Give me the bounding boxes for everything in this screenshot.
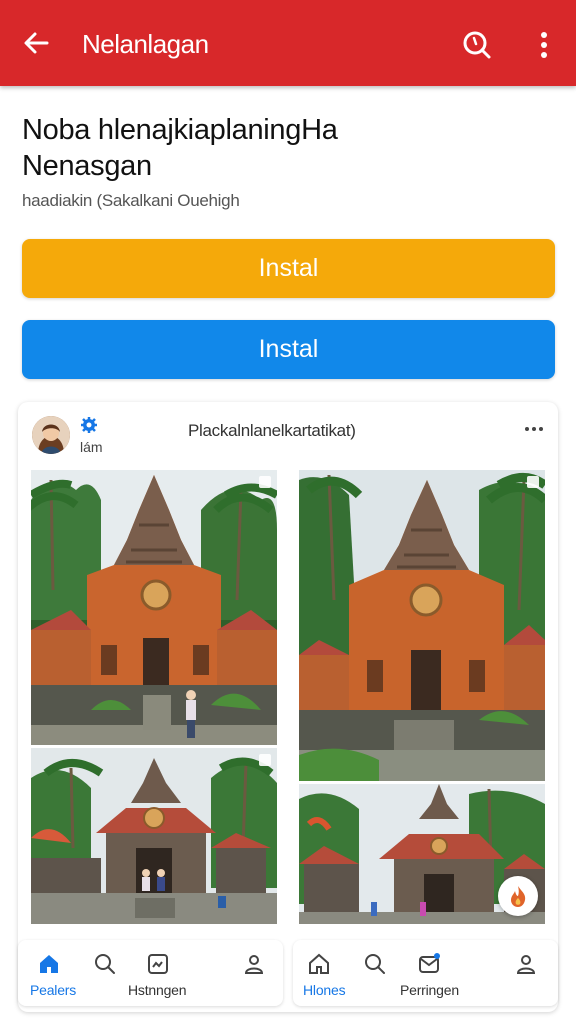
avatar[interactable] [32,416,70,454]
arrow-left-icon[interactable] [20,27,52,59]
person-icon[interactable] [514,952,538,976]
page-headline: Noba hlenajkiaplaningHa Nenasgan [22,112,552,184]
select-checkbox[interactable] [259,476,271,488]
search-icon[interactable] [363,952,387,976]
select-checkbox[interactable] [259,754,271,766]
temple-photo[interactable] [31,748,277,924]
app-bar: Nelanlagan [0,0,576,86]
temple-photo[interactable] [31,470,277,745]
more-vert-icon[interactable] [530,29,558,61]
post-title: Plackalnlanelkartatikat) [188,421,356,440]
gear-icon [81,417,97,433]
fire-action-button[interactable] [498,876,538,916]
page-subtitle: haadiakin (Sakalkani Ouehigh [22,191,240,210]
nav-label-hstnngen[interactable]: Hstnngen [128,982,187,998]
home-icon[interactable] [37,952,61,976]
home-icon[interactable] [307,952,331,976]
app-title: Nelanlagan [82,29,209,59]
search-icon[interactable] [460,29,492,61]
flame-icon [511,886,526,907]
image-icon[interactable] [146,952,170,976]
more-horiz-icon[interactable] [523,424,545,434]
search-icon[interactable] [93,952,117,976]
author-meta: lám [80,439,103,455]
nav-label-perringen[interactable]: Perringen [400,982,459,998]
install-button-secondary[interactable]: Instal [22,320,555,379]
bottom-nav-right: Hlones Perringen [293,940,558,1006]
headline-line-2: Nenasgan [22,150,152,182]
mail-icon[interactable] [417,952,441,976]
nav-label-hlones[interactable]: Hlones [303,982,346,998]
temple-photo[interactable] [299,470,545,781]
select-checkbox[interactable] [527,476,539,488]
headline-line-1: Noba hlenajkiaplaningHa [22,114,338,146]
bottom-nav-left: Pealers Hstnngen [18,940,283,1006]
post-card: lám Plackalnlanelkartatikat) Pealers Hst… [18,402,558,1012]
install-button-primary[interactable]: Instal [22,239,555,298]
person-icon[interactable] [242,952,266,976]
nav-label-pealers[interactable]: Pealers [30,982,76,998]
